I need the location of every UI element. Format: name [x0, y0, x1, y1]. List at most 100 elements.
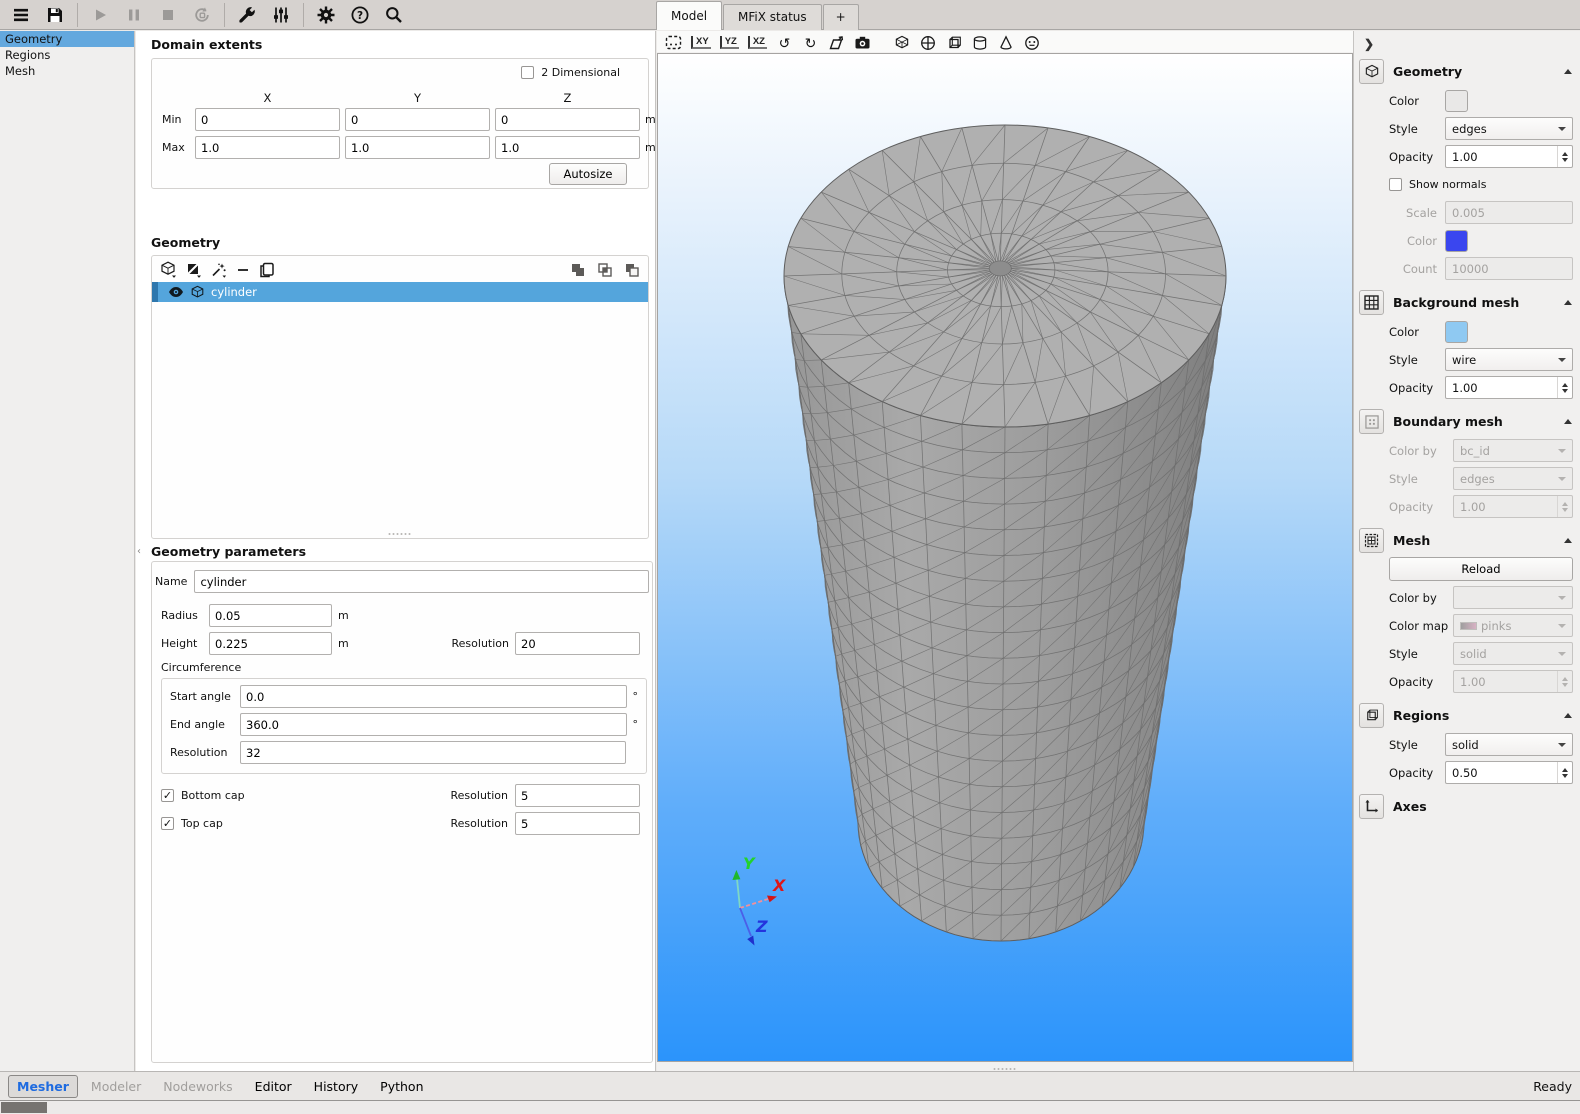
- remove-geometry-button[interactable]: [236, 263, 250, 277]
- splitter-handle[interactable]: [389, 533, 412, 535]
- zmin-field[interactable]: [495, 108, 640, 131]
- two-dimensional-checkbox[interactable]: [521, 66, 534, 79]
- stop-button[interactable]: [151, 1, 185, 29]
- visibility-menu-button[interactable]: [1024, 34, 1041, 51]
- background-mesh-style-select[interactable]: wire: [1445, 348, 1573, 371]
- background-mesh-opacity-stepper[interactable]: 1.00: [1445, 376, 1573, 399]
- menu-button[interactable]: [4, 1, 38, 29]
- render-canvas[interactable]: Y X Z: [657, 53, 1353, 1062]
- mesh-section-button[interactable]: [1359, 528, 1384, 553]
- boundary-mesh-style-select: edges: [1453, 467, 1573, 490]
- stepper-arrows-icon[interactable]: [1557, 377, 1572, 398]
- zmax-field[interactable]: [495, 136, 640, 159]
- sidebar-item-regions[interactable]: Regions: [0, 47, 134, 63]
- screenshot-button[interactable]: [854, 34, 871, 51]
- toggle-geometry-button[interactable]: [894, 34, 911, 51]
- bottom-cap-resolution-field[interactable]: [515, 784, 640, 807]
- reset-button[interactable]: [185, 1, 219, 29]
- toggle-cone-button[interactable]: [998, 34, 1015, 51]
- collapse-arrow-icon[interactable]: [1564, 538, 1572, 543]
- visibility-eye-icon[interactable]: [168, 286, 184, 298]
- ymax-field[interactable]: [345, 136, 490, 159]
- xmin-field[interactable]: [195, 108, 340, 131]
- search-button[interactable]: [377, 1, 411, 29]
- collapse-arrow-icon[interactable]: [1564, 300, 1572, 305]
- geometry-color-swatch[interactable]: [1445, 90, 1468, 112]
- tab-model[interactable]: Model: [656, 1, 722, 30]
- view-xz-button[interactable]: XZ: [748, 34, 767, 51]
- top-cap-checkbox[interactable]: [161, 817, 174, 830]
- viewport-splitter-handle[interactable]: [994, 1068, 1017, 1070]
- stepper-arrows-icon[interactable]: [1557, 146, 1572, 167]
- simulation-parameters-button[interactable]: [264, 1, 298, 29]
- regions-section-title: Regions: [1393, 708, 1449, 723]
- geometry-opacity-stepper[interactable]: 1.00: [1445, 145, 1573, 168]
- mesh-opacity-stepper: 1.00: [1453, 670, 1573, 693]
- radius-field[interactable]: [209, 604, 332, 627]
- ymin-field[interactable]: [345, 108, 490, 131]
- geometry-section-button[interactable]: [1359, 59, 1384, 84]
- settings-button[interactable]: [309, 1, 343, 29]
- nav-sidebar: Geometry Regions Mesh: [0, 31, 135, 1071]
- copy-geometry-button[interactable]: [259, 262, 275, 278]
- difference-button[interactable]: [624, 262, 640, 278]
- tab-add[interactable]: +: [823, 4, 859, 30]
- regions-section-button[interactable]: [1359, 703, 1384, 728]
- collapse-arrow-icon[interactable]: [1564, 419, 1572, 424]
- toggle-regions-button[interactable]: [920, 34, 937, 51]
- top-cap-resolution-field[interactable]: [515, 812, 640, 835]
- perspective-button[interactable]: [828, 34, 845, 51]
- mesh-style-label: Style: [1389, 647, 1453, 661]
- reset-view-button[interactable]: [665, 34, 682, 51]
- axes-section-button[interactable]: [1359, 794, 1384, 819]
- sidebar-item-mesh[interactable]: Mesh: [0, 63, 134, 79]
- height-field[interactable]: [209, 632, 332, 655]
- intersect-button[interactable]: [597, 262, 613, 278]
- regions-opacity-stepper[interactable]: 0.50: [1445, 761, 1573, 784]
- run-button[interactable]: [83, 1, 117, 29]
- rotate-left-button[interactable]: ↺: [776, 34, 793, 51]
- geometry-style-select[interactable]: edges: [1445, 117, 1573, 140]
- collapse-arrow-icon[interactable]: [1564, 69, 1572, 74]
- mode-editor-button[interactable]: Editor: [246, 1075, 301, 1098]
- view-yz-button[interactable]: YZ: [720, 34, 739, 51]
- sidebar-item-geometry[interactable]: Geometry: [0, 31, 134, 47]
- save-button[interactable]: [38, 1, 72, 29]
- build-mesh-button[interactable]: [230, 1, 264, 29]
- xmax-field[interactable]: [195, 136, 340, 159]
- background-mesh-section-button[interactable]: [1359, 290, 1384, 315]
- mode-python-button[interactable]: Python: [371, 1075, 432, 1098]
- toolbar-separator: [303, 3, 304, 27]
- boundary-mesh-section-button[interactable]: [1359, 409, 1384, 434]
- wand-button[interactable]: [211, 262, 227, 278]
- toggle-cylinder-button[interactable]: [972, 34, 989, 51]
- autosize-button[interactable]: Autosize: [549, 163, 627, 185]
- start-angle-field[interactable]: [240, 685, 627, 708]
- geometry-list-item-cylinder[interactable]: cylinder: [152, 282, 648, 302]
- help-button[interactable]: ?: [343, 1, 377, 29]
- mode-history-button[interactable]: History: [305, 1075, 367, 1098]
- collapse-chevron[interactable]: ‹: [137, 546, 141, 557]
- panel-collapse-button[interactable]: ❯: [1364, 37, 1374, 51]
- stepper-arrows-icon[interactable]: [1557, 762, 1572, 783]
- view-xy-button[interactable]: XY: [691, 34, 711, 51]
- collapse-arrow-icon[interactable]: [1564, 713, 1572, 718]
- toggle-cube-button[interactable]: [946, 34, 963, 51]
- add-geometry-button[interactable]: [160, 261, 177, 278]
- background-mesh-color-swatch[interactable]: [1445, 321, 1468, 343]
- pause-button[interactable]: [117, 1, 151, 29]
- circumference-resolution-field[interactable]: [240, 741, 626, 764]
- add-filter-button[interactable]: [186, 262, 202, 278]
- height-resolution-field[interactable]: [515, 632, 640, 655]
- rotate-right-button[interactable]: ↻: [802, 34, 819, 51]
- name-field[interactable]: [194, 570, 649, 593]
- end-angle-field[interactable]: [240, 713, 627, 736]
- tab-mfix-status[interactable]: MFiX status: [723, 4, 822, 30]
- show-normals-checkbox[interactable]: [1389, 178, 1402, 191]
- mode-mesher-button[interactable]: Mesher: [8, 1075, 78, 1098]
- reload-mesh-button[interactable]: Reload: [1389, 557, 1573, 581]
- regions-style-select[interactable]: solid: [1445, 733, 1573, 756]
- mode-modeler-button: Modeler: [82, 1075, 150, 1098]
- union-button[interactable]: [570, 262, 586, 278]
- bottom-cap-checkbox[interactable]: [161, 789, 174, 802]
